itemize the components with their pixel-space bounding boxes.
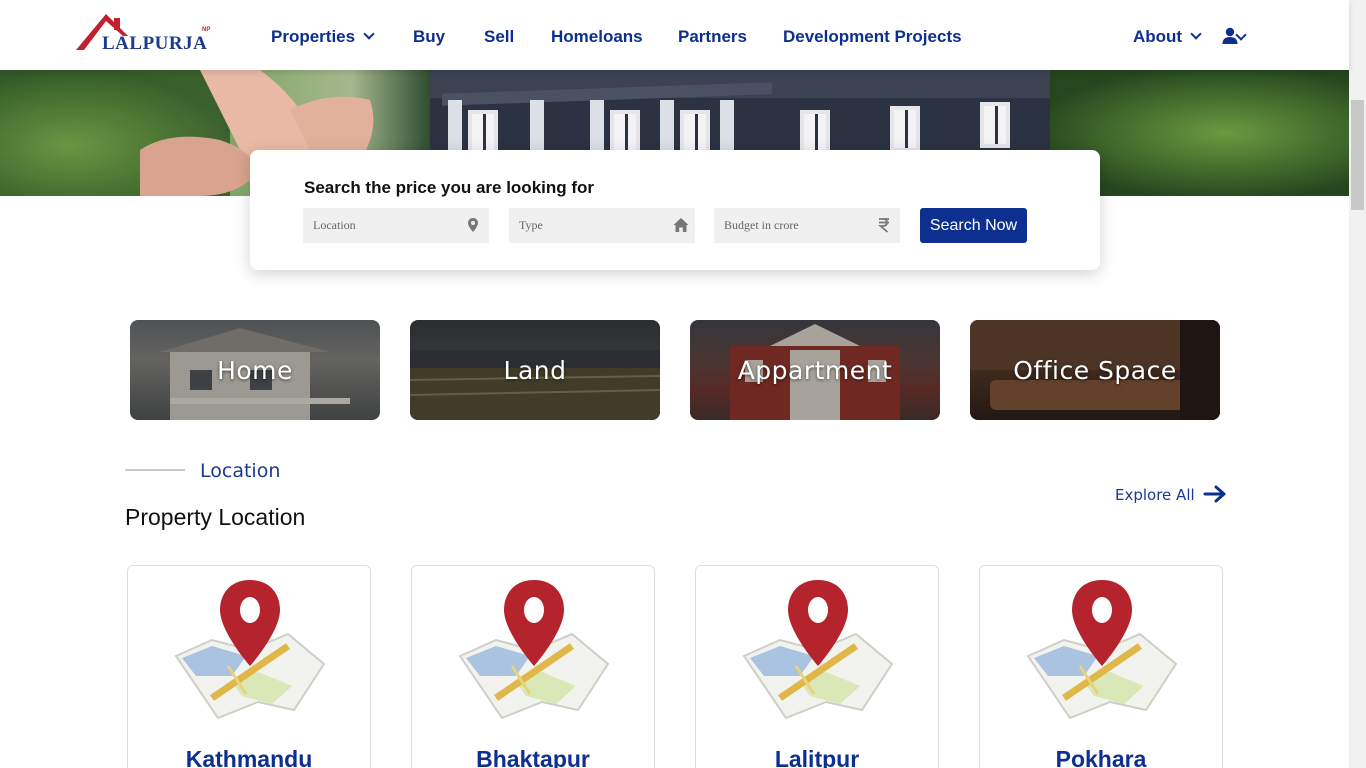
location-field <box>303 208 489 243</box>
nav-partners[interactable]: Partners <box>678 27 747 47</box>
city-card-pokhara[interactable]: Pokhara <box>979 565 1223 768</box>
city-name: Kathmandu <box>185 746 313 768</box>
nav-about[interactable]: About <box>1133 27 1202 47</box>
category-appartment-label: Appartment <box>737 355 893 385</box>
map-pin-icon <box>174 580 326 720</box>
city-card-lalitpur[interactable]: Lalitpur <box>695 565 939 768</box>
map-pin-icon <box>742 580 894 720</box>
section-subtitle: Location <box>200 460 281 482</box>
type-input[interactable] <box>509 208 695 243</box>
category-office-space-label: Office Space <box>1013 355 1177 385</box>
nav-about-label: About <box>1133 27 1183 46</box>
nav-homeloans[interactable]: Homeloans <box>551 27 643 47</box>
category-appartment[interactable]: Appartment <box>690 320 940 420</box>
search-card: Search the price you are looking for Sea… <box>250 150 1100 270</box>
logo-trademark: NP <box>202 27 211 33</box>
map-pin-icon <box>1026 580 1178 720</box>
site-header: LALPURJA NP Properties Buy Sell Homeloan… <box>0 0 1349 70</box>
type-field <box>509 208 695 243</box>
section-divider-line <box>125 469 185 471</box>
city-name: Lalitpur <box>774 746 860 768</box>
category-home-label: Home <box>217 355 293 385</box>
nav-sell[interactable]: Sell <box>484 27 514 47</box>
nav-properties[interactable]: Properties <box>271 27 375 47</box>
search-now-button[interactable]: Search Now <box>920 208 1027 243</box>
category-office-space[interactable]: Office Space <box>970 320 1220 420</box>
nav-properties-label: Properties <box>271 27 356 46</box>
nav-buy[interactable]: Buy <box>413 27 445 47</box>
section-title: Property Location <box>125 504 306 530</box>
category-land[interactable]: Land <box>410 320 660 420</box>
category-home[interactable]: Home <box>130 320 380 420</box>
map-pin-icon <box>458 580 610 720</box>
location-input[interactable] <box>303 208 489 243</box>
search-title: Search the price you are looking for <box>304 178 595 197</box>
city-card-bhaktapur[interactable]: Bhaktapur <box>411 565 655 768</box>
budget-field <box>714 208 900 243</box>
category-land-label: Land <box>503 355 567 385</box>
map-marker-icon <box>468 218 478 232</box>
lalpurja-logo[interactable]: LALPURJA NP <box>76 12 216 54</box>
explore-all-link[interactable]: Explore All <box>1115 486 1195 504</box>
arrow-right-icon[interactable] <box>1203 484 1227 504</box>
nav-development-projects[interactable]: Development Projects <box>783 27 962 47</box>
city-name: Pokhara <box>1055 746 1147 768</box>
chevron-down-icon <box>1190 28 1202 40</box>
budget-input[interactable] <box>714 208 900 243</box>
home-icon <box>673 218 689 232</box>
city-card-kathmandu[interactable]: Kathmandu <box>127 565 371 768</box>
scrollbar-thumb[interactable] <box>1351 100 1364 210</box>
chevron-down-icon <box>363 28 375 40</box>
logo-text: LALPURJA <box>102 33 208 54</box>
city-name: Bhaktapur <box>476 746 590 768</box>
rupee-icon <box>878 218 889 233</box>
